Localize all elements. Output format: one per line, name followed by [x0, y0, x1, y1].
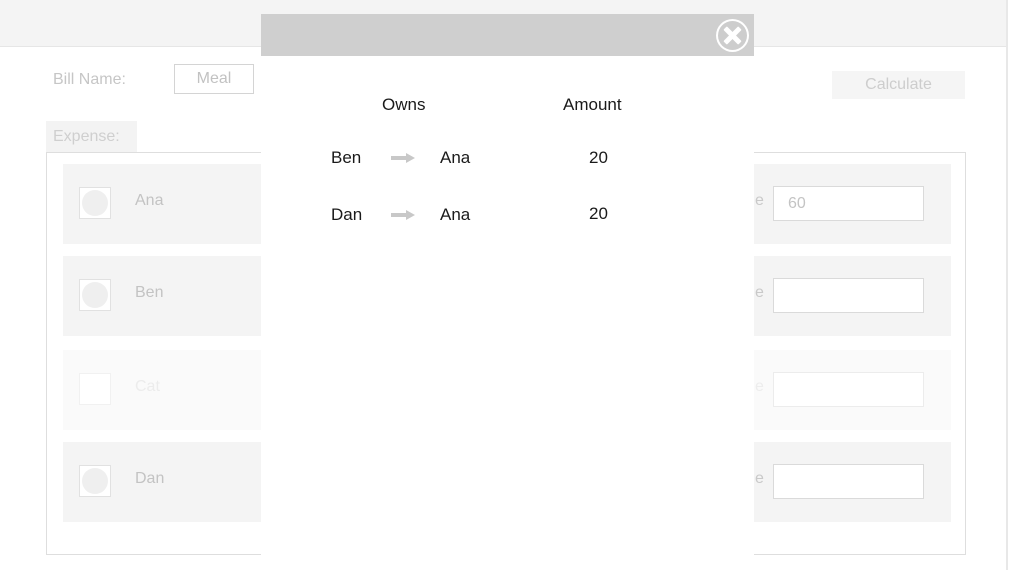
expense-field-label: e: [755, 378, 764, 395]
expense-amount-input[interactable]: [773, 372, 924, 407]
bill-name-label: Bill Name:: [53, 71, 126, 88]
right-arrow-icon: [391, 153, 415, 163]
expense-label: Expense:: [46, 121, 137, 153]
expense-field-label: e: [755, 284, 764, 301]
expense-field-label: e: [755, 192, 764, 209]
expense-amount-input[interactable]: [773, 278, 924, 313]
window-edge: [1006, 0, 1008, 570]
person-name: Cat: [135, 378, 160, 395]
creditor-name: Ana: [440, 205, 471, 224]
debtor-name: Dan: [331, 205, 363, 224]
calculate-button[interactable]: Calculate: [832, 71, 965, 99]
person-checkbox[interactable]: [79, 373, 111, 405]
expense-amount-input[interactable]: 60: [773, 186, 924, 221]
amount-header: Amount: [563, 95, 622, 114]
debt-amount: 20: [589, 148, 608, 167]
person-name: Dan: [135, 470, 165, 487]
debt-amount: 20: [589, 204, 608, 223]
modal-header: [261, 14, 754, 56]
bill-name-input[interactable]: Meal: [174, 64, 254, 94]
person-name: Ana: [135, 192, 164, 209]
close-icon[interactable]: [716, 19, 749, 52]
owns-header: Owns: [382, 95, 426, 114]
person-checkbox[interactable]: [79, 187, 111, 219]
expense-amount-input[interactable]: [773, 464, 924, 499]
person-name: Ben: [135, 284, 164, 301]
debtor-name: Ben: [331, 148, 362, 167]
person-checkbox[interactable]: [79, 465, 111, 497]
creditor-name: Ana: [440, 148, 471, 167]
right-arrow-icon: [391, 210, 415, 220]
person-checkbox[interactable]: [79, 279, 111, 311]
settlement-dialog: [261, 56, 754, 570]
expense-field-label: e: [755, 470, 764, 487]
